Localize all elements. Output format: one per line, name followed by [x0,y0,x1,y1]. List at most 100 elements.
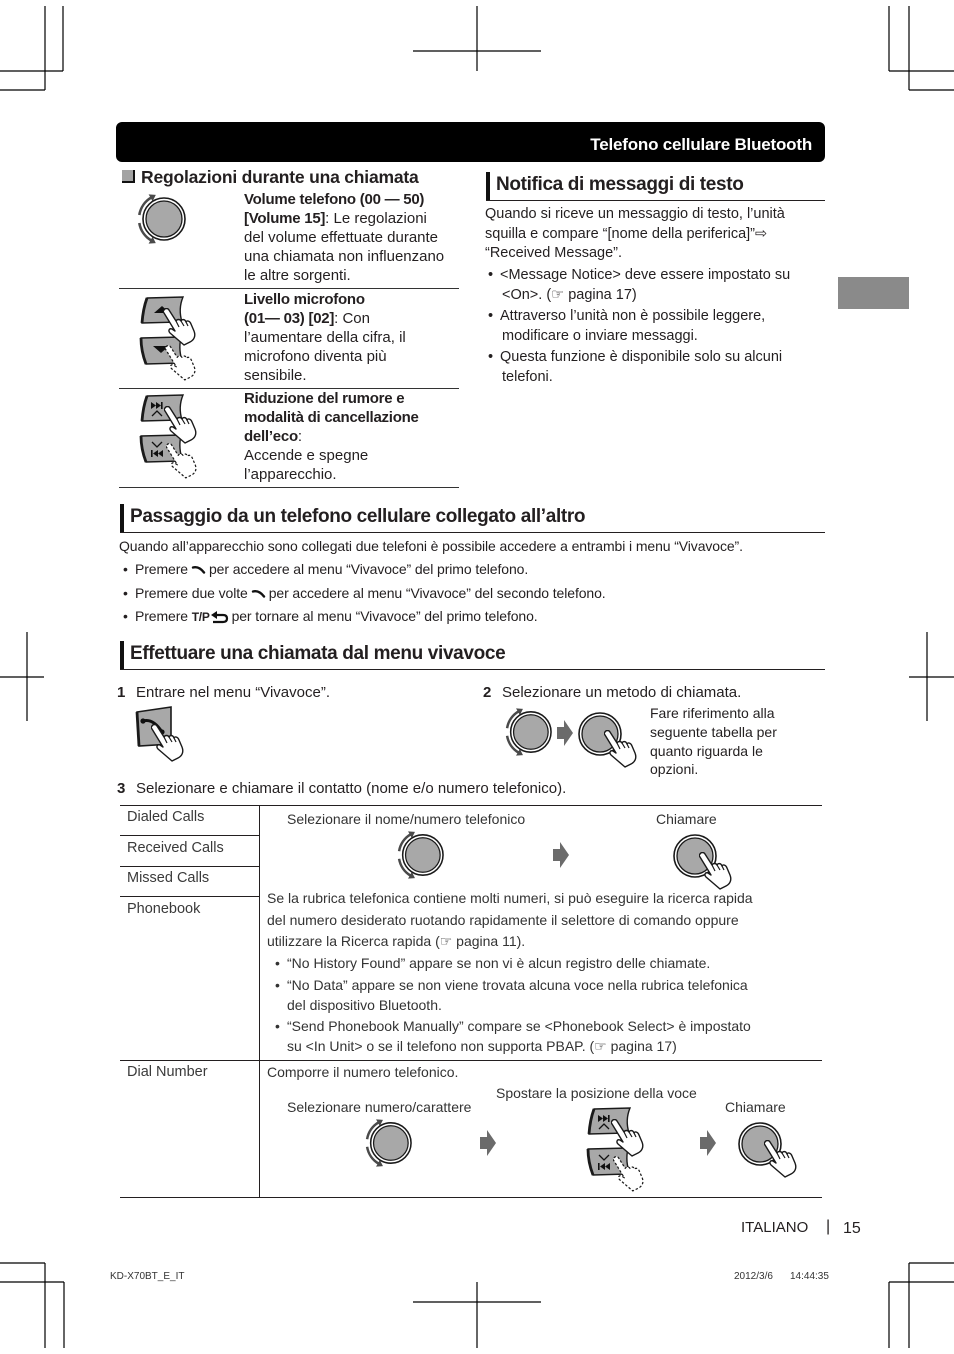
heading-rule [120,532,825,534]
row-line-text: : Con [334,310,370,327]
row-line: una chiamata non influenzano [244,247,444,266]
row-line: dell’eco: [244,427,419,446]
table-row-label: Dial Number [127,1064,208,1080]
row-line: Livello microfono [244,290,406,309]
row-line: (01— 03) [02]: Con [244,309,406,328]
table-row-label: Missed Calls [127,870,210,886]
bullet-text: per accedere al menu “Vivavoce” del prim… [208,561,529,577]
heading-bar [486,172,490,201]
row-line-bold: dell’eco [244,428,298,445]
heading-bar [120,641,124,670]
bullet-dot: • [123,608,128,624]
step-number: 3 [117,780,126,797]
rotate-knob-icon [134,192,186,246]
phonebook-paragraph: Se la rubrica telefonica contiene molti … [267,888,753,953]
row-divider [119,288,459,289]
step-3: 3 Selezionare e chiamare il contatto (nom… [117,779,566,799]
notifica-bullet: • Attraverso l’unità non è possibile legg… [488,307,765,346]
section-header-title: Telefono cellulare Bluetooth [590,135,812,154]
tp-key-label: T/P [191,610,210,624]
step-text: Selezionare un metodo di chiamata. [502,684,742,701]
row-line: l’aumentare della cifra, il [244,328,406,347]
row-line-text: l’apparecchio. [244,466,337,483]
table-row-label: Phonebook [127,901,201,917]
bullet-text: “No History Found” appare se non vi è al… [287,955,711,971]
row-line-text: l’aumentare della cifra, il [244,329,406,346]
row-line-text: le altre sorgenti. [244,267,351,284]
row-line: [Volume 15]: Le regolazioni [244,209,444,228]
step-number: 1 [117,684,126,701]
note-line: opzioni. [650,761,699,778]
bullet-text: per tornare al menu “Vivavoce” del primo… [231,608,538,624]
row-line-bold: [Volume 15] [244,210,326,227]
arrow-right-icon [480,1130,496,1156]
print-file-name: KD-X70BT_E_IT [110,1271,185,1282]
square-bullet-icon [122,170,135,183]
passaggio-heading: Passaggio da un telefono cellulare colle… [130,506,586,527]
row-line: del volume effettuate durante [244,228,444,247]
manual-page: Telefono cellulare Bluetooth Regolazioni… [0,0,954,1354]
table-rule [120,1060,822,1062]
back-icon [210,610,228,623]
passaggio-bullet: • Premere per accedere al menu “Vivavoce” … [123,559,528,579]
rotate-knob-icon [502,706,552,758]
paragraph-line: squilla e compare “[nome della periferic… [485,225,768,242]
heading-bar [120,504,124,533]
bullet-dot: • [275,1018,280,1034]
row-line-bold: (01— 03) [02] [244,310,335,327]
table-row-label: Received Calls [127,840,224,856]
call-label: Chiamare [656,811,717,827]
bullet-dot: • [275,955,280,971]
row-line: sensibile. [244,366,406,385]
step-2-note: Fare riferimento alla seguente tabella p… [650,704,777,779]
row-line-text: : Le regolazioni [325,210,427,227]
step-text: Selezionare e chiamare il contatto (nome… [136,780,567,797]
step-1: 1 Entrare nel menu “Vivavoce”. [117,683,330,703]
microphone-row-text: Livello microfono (01— 03) [02]: Con l’a… [244,290,406,385]
bullet-text: Questa funzione è disponibile solo su al… [500,349,783,365]
row-line-bold: Volume telefono (00 — 50) [244,191,425,208]
page-number: 15 [843,1220,861,1237]
rotate-knob-icon [394,829,444,881]
heading-rule [120,669,825,671]
rotate-knob-icon [362,1117,412,1169]
bullet-dot: • [275,977,280,993]
bullet-text: “Send Phonebook Manually” compare se <Ph… [287,1018,751,1034]
print-time: 14:44:35 [790,1271,829,1282]
bullet-dot: • [123,585,128,601]
bullet-dot: • [123,561,128,577]
table-column-rule [259,805,261,1198]
bullet-text: “No Data” appare se non viene trovata al… [287,977,748,993]
row-line-text: sensibile. [244,367,307,384]
bullet-dot: • [488,308,494,324]
bullet-text: Premere [135,608,188,624]
seek-buttons-icon [584,1106,650,1193]
bullet-text: Premere [135,561,188,577]
press-knob-icon [577,711,641,769]
bullet-text: <Message Notice> deve essere impostato s… [500,267,791,283]
volume-row-text: Volume telefono (00 — 50) [Volume 15]: L… [244,190,444,285]
paragraph-line: Quando si riceve un messaggio di testo, … [485,206,785,222]
side-index-tab [838,277,909,309]
passaggio-bullet: • Premere due volte per accedere al menu “… [123,583,606,603]
press-knob-icon [672,833,736,891]
phone-icon [251,590,265,598]
row-line-text: del volume effettuate durante [244,229,439,246]
bullet-text: per accedere al menu “Vivavoce” del seco… [268,585,606,601]
table-bullet: • “Send Phonebook Manually” compare se <P… [275,1017,751,1056]
note-line: seguente tabella per [650,723,777,740]
bullet-text: telefoni. [502,368,553,385]
passaggio-paragraph: Quando all’apparecchio sono collegati du… [119,538,743,554]
select-character-label: Selezionare numero/carattere [287,1099,472,1115]
phone-icon [191,566,206,574]
row-line: modalità di cancellazione [244,408,419,427]
dial-intro: Comporre il numero telefonico. [267,1064,459,1080]
row-line-text: Accende e spegne [244,447,369,464]
bullet-dot: • [488,267,494,283]
step-number: 2 [483,684,492,701]
press-knob-icon [737,1121,801,1179]
footer-separator: | [826,1218,831,1235]
row-line: Accende e spegne [244,446,419,465]
bullet-dot: • [488,349,494,365]
section-header-bar: Telefono cellulare Bluetooth [116,122,825,162]
